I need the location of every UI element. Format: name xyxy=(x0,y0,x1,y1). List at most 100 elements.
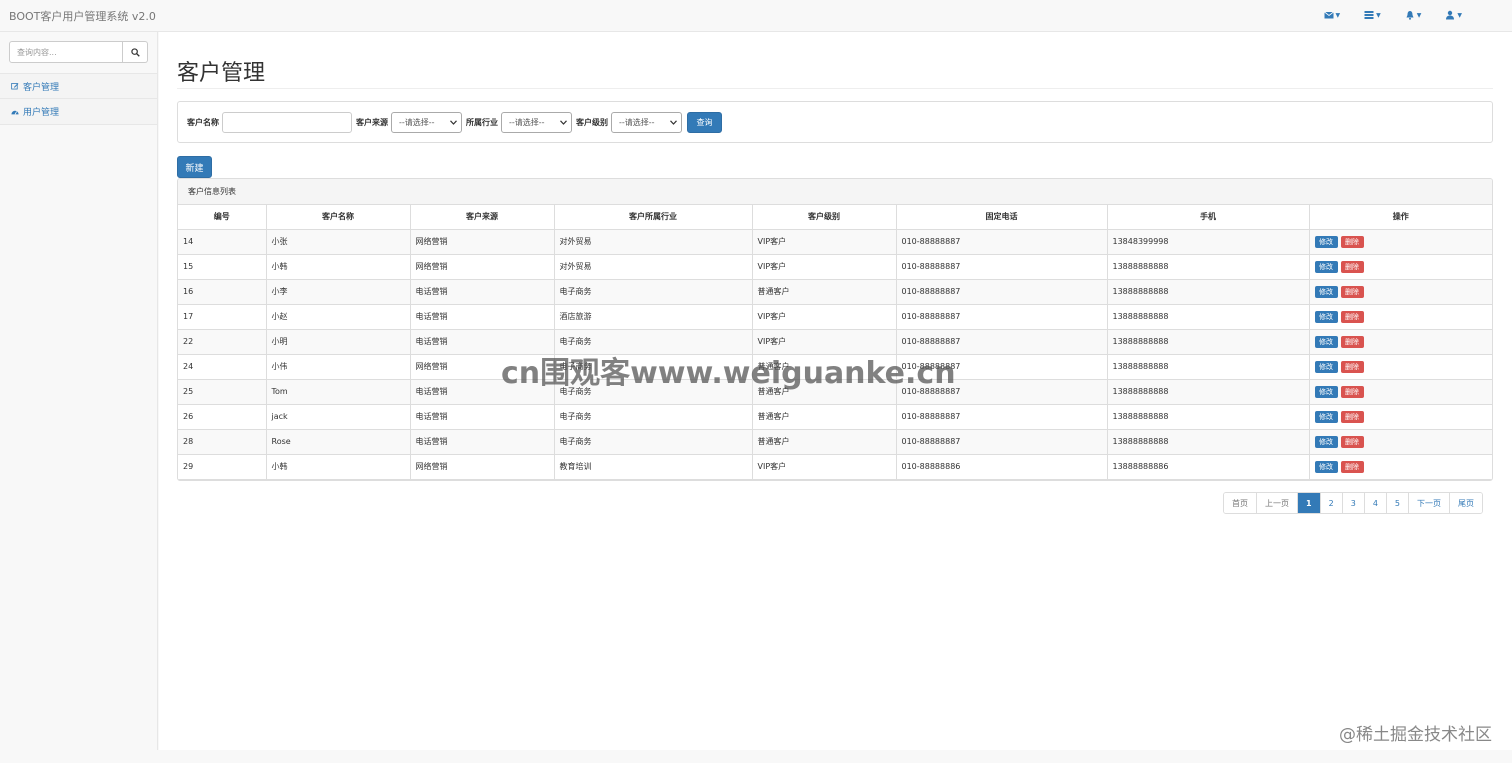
chevron-down-icon xyxy=(560,120,567,125)
delete-button[interactable]: 删除 xyxy=(1340,435,1364,448)
delete-button[interactable]: 删除 xyxy=(1340,310,1364,323)
table-cell: 22 xyxy=(178,328,267,355)
delete-button[interactable]: 删除 xyxy=(1340,235,1364,248)
customer-level-label: 客户级别 xyxy=(576,118,608,127)
edit-button[interactable]: 修改 xyxy=(1314,335,1338,348)
actions-cell: 修改 删除 xyxy=(1308,278,1492,305)
edit-button[interactable]: 修改 xyxy=(1314,460,1338,473)
table-row: 17 小赵 电话营销 酒店旅游 VIP客户 010-88888887 13888888888… xyxy=(178,303,1492,330)
industry-select[interactable]: --请选择-- xyxy=(501,112,572,133)
edit-button[interactable]: 修改 xyxy=(1314,235,1338,248)
delete-button[interactable]: 删除 xyxy=(1340,260,1364,273)
alerts-dropdown[interactable]: ▼ xyxy=(1405,10,1421,20)
column-header: 客户来源 xyxy=(409,205,555,230)
edit-button[interactable]: 修改 xyxy=(1314,360,1338,373)
next-page-button[interactable]: 下一页 xyxy=(1408,493,1449,513)
search-button[interactable] xyxy=(123,41,148,63)
customer-name-label: 客户名称 xyxy=(187,118,219,127)
table-cell: 17 xyxy=(178,303,267,330)
edit-button[interactable]: 修改 xyxy=(1314,435,1338,448)
page-number-button[interactable]: 2 xyxy=(1319,493,1342,513)
edit-button[interactable]: 修改 xyxy=(1314,285,1338,298)
customer-source-select[interactable]: --请选择-- xyxy=(391,112,462,133)
table-cell: VIP客户 xyxy=(751,328,897,355)
app-title[interactable]: BOOT客户用户管理系统 v2.0 xyxy=(9,8,156,24)
column-header: 编号 xyxy=(178,205,267,230)
table-cell: 普通客户 xyxy=(751,403,897,430)
last-page-button[interactable]: 尾页 xyxy=(1449,493,1482,513)
column-header: 操作 xyxy=(1308,205,1492,230)
delete-button[interactable]: 删除 xyxy=(1340,460,1364,473)
delete-button[interactable]: 删除 xyxy=(1340,285,1364,298)
table-cell: VIP客户 xyxy=(751,303,897,330)
table-cell: 13888888888 xyxy=(1106,303,1310,330)
user-dropdown[interactable]: ▼ xyxy=(1445,10,1462,20)
table-cell: 13888888886 xyxy=(1106,453,1310,480)
select-value: --请选择-- xyxy=(509,118,545,127)
customer-table: 编号 客户名称 客户来源 客户所属行业 客户级别 固定电话 手机 操作 14 小张 网络营销 对外贸… xyxy=(178,205,1492,480)
edit-button[interactable]: 修改 xyxy=(1314,410,1338,423)
table-row: 28 Rose 电话营销 电子商务 普通客户 010-88888887 1388888888… xyxy=(178,428,1492,455)
tasks-dropdown[interactable]: ▼ xyxy=(1364,10,1381,20)
main-content: 客户管理 客户名称 客户来源 --请选择-- 所属行业 --请选择-- 客户级别… xyxy=(159,32,1512,750)
page-number-button[interactable]: 5 xyxy=(1385,493,1408,513)
edit-button[interactable]: 修改 xyxy=(1314,260,1338,273)
table-cell: jack xyxy=(265,403,411,430)
table-cell: 普通客户 xyxy=(751,353,897,380)
table-cell: 25 xyxy=(178,378,267,405)
delete-button[interactable]: 删除 xyxy=(1340,410,1364,423)
first-page-button[interactable]: 首页 xyxy=(1224,493,1257,513)
column-header: 客户级别 xyxy=(751,205,897,230)
sidebar-item-customers[interactable]: 客户管理 xyxy=(0,73,157,99)
sidebar: 客户管理 用户管理 xyxy=(0,32,158,750)
table-cell: 010-88888887 xyxy=(895,428,1108,455)
bell-icon xyxy=(1406,11,1414,20)
delete-button[interactable]: 删除 xyxy=(1340,360,1364,373)
delete-button[interactable]: 删除 xyxy=(1340,335,1364,348)
customer-name-input[interactable] xyxy=(222,112,352,133)
sidebar-menu: 客户管理 用户管理 xyxy=(0,73,157,125)
actions-cell: 修改 删除 xyxy=(1308,453,1492,480)
edit-icon xyxy=(11,83,19,90)
edit-button[interactable]: 修改 xyxy=(1314,385,1338,398)
actions-cell: 修改 删除 xyxy=(1308,378,1492,405)
actions-cell: 修改 删除 xyxy=(1308,428,1492,455)
sidebar-item-label: 用户管理 xyxy=(23,108,60,118)
table-cell: 酒店旅游 xyxy=(553,303,753,330)
table-cell: 010-88888887 xyxy=(895,378,1108,405)
edit-button[interactable]: 修改 xyxy=(1314,310,1338,323)
envelope-icon xyxy=(1323,11,1334,19)
chevron-down-icon: ▼ xyxy=(1457,11,1462,19)
customer-level-select[interactable]: --请选择-- xyxy=(611,112,682,133)
table-cell: 小赵 xyxy=(265,303,411,330)
table-cell: 电子商务 xyxy=(553,278,753,305)
table-header-row: 编号 客户名称 客户来源 客户所属行业 客户级别 固定电话 手机 操作 xyxy=(178,205,1492,230)
new-customer-button[interactable]: 新建 xyxy=(177,156,212,178)
page-title: 客户管理 xyxy=(177,61,266,86)
table-cell: 小张 xyxy=(265,228,411,255)
query-button[interactable]: 查询 xyxy=(687,112,722,133)
table-cell: 13888888888 xyxy=(1106,328,1310,355)
messages-dropdown[interactable]: ▼ xyxy=(1323,10,1340,20)
table-cell: 对外贸易 xyxy=(553,253,753,280)
table-cell: 小韩 xyxy=(265,253,411,280)
table-cell: 13888888888 xyxy=(1106,403,1310,430)
navbar-icons: ▼ ▼ ▼ ▼ xyxy=(1323,10,1462,20)
page-number-button[interactable]: 3 xyxy=(1341,493,1364,513)
table-cell: 26 xyxy=(178,403,267,430)
table-cell: 电话营销 xyxy=(409,303,555,330)
table-cell: Tom xyxy=(265,378,411,405)
page-number-button[interactable]: 4 xyxy=(1363,493,1386,513)
actions-cell: 修改 删除 xyxy=(1308,253,1492,280)
delete-button[interactable]: 删除 xyxy=(1340,385,1364,398)
table-cell: 普通客户 xyxy=(751,378,897,405)
search-input[interactable] xyxy=(9,41,123,63)
table-cell: 15 xyxy=(178,253,267,280)
sidebar-item-users[interactable]: 用户管理 xyxy=(0,99,157,125)
pagination: 首页 上一页 1 2 3 4 5 下一页 尾页 xyxy=(1223,492,1483,514)
page-number-button[interactable]: 1 xyxy=(1297,493,1320,513)
table-cell: 网络营销 xyxy=(409,453,555,480)
select-value: --请选择-- xyxy=(619,118,655,127)
prev-page-button[interactable]: 上一页 xyxy=(1256,493,1298,513)
table-cell: 普通客户 xyxy=(751,428,897,455)
